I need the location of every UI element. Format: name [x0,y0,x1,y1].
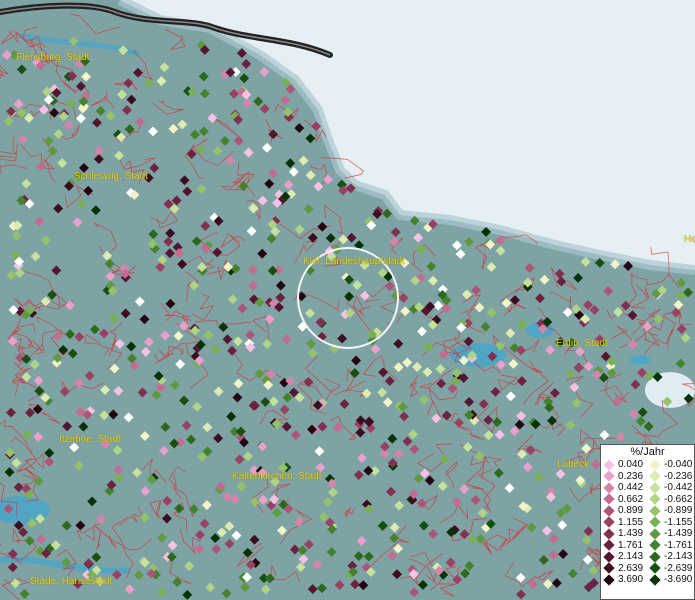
legend-value: 0.899 [618,505,644,516]
legend-entry: 0.040 [601,459,647,471]
legend-row: 2.639 -2.639 [601,563,694,575]
legend-value: 0.236 [618,470,644,482]
legend-swatch [649,516,661,528]
legend-value: -0.442 [664,482,693,493]
legend-entry: -1.761 [647,540,693,552]
legend-swatch [603,470,615,482]
legend-swatch [603,482,615,494]
city-label-schleswig: Schleswig, Stadt [74,171,148,182]
legend-swatch [603,539,615,551]
legend-entry: 2.143 [601,551,647,563]
city-label-kiel: Kiel, Landeshauptstadt [303,256,405,267]
legend-entry: 1.155 [601,517,647,529]
city-label-flensburg: Flensburg, Stadt [16,52,90,63]
legend-value: -2.143 [664,551,693,562]
legend-row: 1.761 -1.761 [601,540,694,552]
legend-value: -0.662 [664,493,693,505]
legend-value: -1.155 [664,516,693,528]
legend-entry: 0.442 [601,482,647,494]
legend-row: 0.236 -0.236 [601,471,694,483]
legend-swatch [649,539,661,551]
legend-entry: -0.236 [647,471,693,483]
legend-entry: -0.040 [647,459,693,471]
legend-value: 2.639 [618,562,644,574]
legend-entry: 1.761 [601,540,647,552]
city-label-kaltenkirchen: Kaltenkirchen, Stadt [232,471,322,482]
legend-swatch [603,551,615,563]
legend-row: 1.439 -1.439 [601,528,694,540]
legend-title: %/Jahr [630,446,665,458]
legend-entry: 0.899 [601,505,647,517]
legend-value: -0.040 [664,459,693,470]
legend-swatch [649,482,661,494]
legend: %/Jahr 0.040 -0.040 0.236 -0.236 0.442 -0.442… [600,444,695,600]
legend-value: -3.690 [664,574,693,585]
city-label-itzehoe: Itzehoe, Stadt [59,434,121,445]
legend-value: 2.143 [618,551,644,562]
legend-entry: -1.439 [647,528,693,540]
basemap [0,0,695,600]
legend-entry: 2.639 [601,563,647,575]
legend-swatch [649,551,661,563]
legend-swatch [603,516,615,528]
legend-entry: -0.442 [647,482,693,494]
legend-value: 0.040 [618,459,644,470]
legend-swatch [603,505,615,517]
legend-row: 0.899 -0.899 [601,505,694,517]
city-label-eutin: Eutin, Stadt [556,338,608,349]
legend-swatch [603,459,615,471]
legend-value: -2.639 [664,562,693,574]
legend-row: 3.690 -3.690 [601,574,694,586]
legend-value: 1.155 [618,516,644,528]
city-label-luebeck: Lübeck [557,459,590,470]
legend-swatch [649,493,661,505]
legend-row: 0.442 -0.442 [601,482,694,494]
legend-row: 1.155 -1.155 [601,517,694,529]
legend-entry: -0.899 [647,505,693,517]
legend-swatch [649,574,661,586]
legend-entry: -2.143 [647,551,693,563]
legend-rows: 0.040 -0.040 0.236 -0.236 0.442 -0.442 0.662 -0… [601,459,694,586]
legend-swatch [603,493,615,505]
city-label-he: He [684,234,695,245]
legend-entry: -0.662 [647,494,693,506]
legend-swatch [649,470,661,482]
legend-value: 0.662 [618,493,644,505]
legend-entry: 3.690 [601,574,647,586]
legend-value: 1.761 [618,539,644,551]
legend-row: 0.040 -0.040 [601,459,694,471]
land-area [0,0,695,600]
legend-value: -1.761 [664,539,693,551]
city-label-stade: Stade, Hansestadt [30,576,113,587]
legend-entry: -3.690 [647,574,693,586]
legend-value: -1.439 [664,528,693,539]
legend-swatch [603,528,615,540]
legend-value: 0.442 [618,482,644,493]
legend-value: 3.690 [618,574,644,585]
legend-value: -0.899 [664,505,693,516]
legend-entry: 0.236 [601,471,647,483]
legend-value: -0.236 [664,470,693,482]
legend-swatch [649,459,661,471]
map-view[interactable]: Flensburg, Stadt Schleswig, Stadt Kiel, … [0,0,695,600]
legend-entry: -2.639 [647,563,693,575]
legend-swatch [649,562,661,574]
lake [630,355,650,365]
legend-row: 2.143 -2.143 [601,551,694,563]
legend-swatch [603,574,615,586]
legend-entry: 1.439 [601,528,647,540]
legend-swatch [603,562,615,574]
legend-swatch [649,528,661,540]
legend-row: 0.662 -0.662 [601,494,694,506]
legend-entry: -1.155 [647,517,693,529]
legend-swatch [649,505,661,517]
legend-value: 1.439 [618,528,644,539]
legend-entry: 0.662 [601,494,647,506]
